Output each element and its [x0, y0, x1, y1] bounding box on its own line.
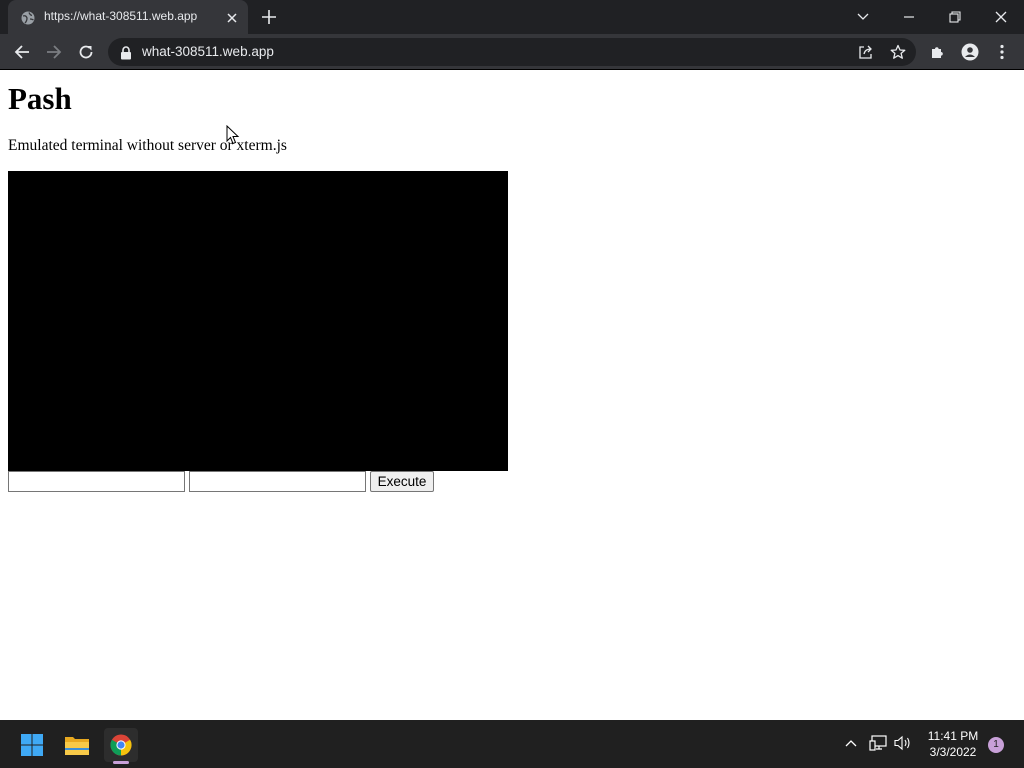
minimize-icon[interactable]: [886, 0, 932, 34]
window-close-icon[interactable]: [978, 0, 1024, 34]
chrome-icon[interactable]: [104, 728, 138, 762]
clock-date: 3/3/2022: [929, 745, 977, 759]
volume-icon[interactable]: [894, 734, 912, 752]
file-explorer-icon[interactable]: [60, 728, 94, 762]
command-input-1[interactable]: [8, 471, 185, 492]
share-icon[interactable]: [857, 43, 875, 61]
command-input-2[interactable]: [189, 471, 366, 492]
taskbar: 11:41 PM 3/3/2022: [0, 720, 1024, 768]
globe-icon: [21, 10, 35, 25]
web-page: Pash Emulated terminal without server or…: [0, 71, 1024, 720]
back-icon[interactable]: [12, 42, 32, 62]
chevron-up-icon[interactable]: [842, 734, 860, 752]
system-clock[interactable]: 11:41 PM 3/3/2022: [920, 728, 986, 760]
tab-strip: https://what-308511.web.app: [0, 0, 1024, 34]
browser-toolbar: what-308511.web.app: [0, 34, 1024, 70]
execute-button[interactable]: Execute: [370, 471, 434, 492]
page-title: Pash: [8, 81, 72, 116]
restore-icon[interactable]: [932, 0, 978, 34]
lock-icon[interactable]: [120, 45, 132, 60]
close-icon[interactable]: [225, 10, 239, 24]
chevron-down-icon[interactable]: [840, 0, 886, 34]
page-subtitle: Emulated terminal without server or xter…: [8, 137, 287, 154]
mouse-cursor-icon: [226, 124, 240, 145]
address-bar[interactable]: what-308511.web.app: [108, 38, 916, 66]
extensions-icon[interactable]: [928, 42, 948, 62]
clock-time: 11:41 PM: [927, 729, 979, 743]
url-text: what-308511.web.app: [142, 44, 274, 59]
profile-icon[interactable]: [960, 42, 980, 62]
network-icon[interactable]: [869, 734, 887, 752]
tab-title: https://what-308511.web.app: [44, 9, 198, 23]
notification-badge[interactable]: 1: [988, 737, 1004, 753]
windows-start-icon[interactable]: [15, 728, 49, 762]
active-app-indicator: [113, 761, 129, 764]
terminal-screen[interactable]: [8, 171, 508, 471]
forward-icon[interactable]: [44, 42, 64, 62]
browser-tab[interactable]: https://what-308511.web.app: [8, 0, 248, 34]
plus-icon[interactable]: [260, 8, 278, 26]
kebab-menu-icon[interactable]: [992, 42, 1012, 62]
reload-icon[interactable]: [76, 42, 96, 62]
star-icon[interactable]: [889, 43, 907, 61]
